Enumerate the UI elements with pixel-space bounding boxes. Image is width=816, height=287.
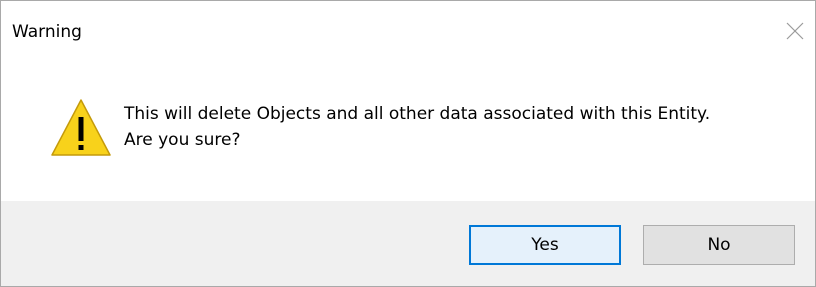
dialog-message: This will delete Objects and all other d… (124, 101, 710, 153)
close-icon (786, 22, 804, 40)
no-button[interactable]: No (643, 225, 795, 265)
yes-button[interactable]: Yes (469, 225, 621, 265)
close-button[interactable] (775, 11, 815, 51)
warning-icon (51, 99, 111, 156)
message-line-2: Are you sure? (124, 130, 241, 150)
message-line-1: This will delete Objects and all other d… (124, 104, 711, 124)
title-bar: Warning (1, 1, 815, 61)
warning-dialog: Warning This will delete Objects and all… (0, 0, 816, 287)
dialog-content: This will delete Objects and all other d… (1, 61, 815, 201)
button-bar: Yes No (1, 201, 815, 286)
dialog-title: Warning (12, 22, 82, 42)
